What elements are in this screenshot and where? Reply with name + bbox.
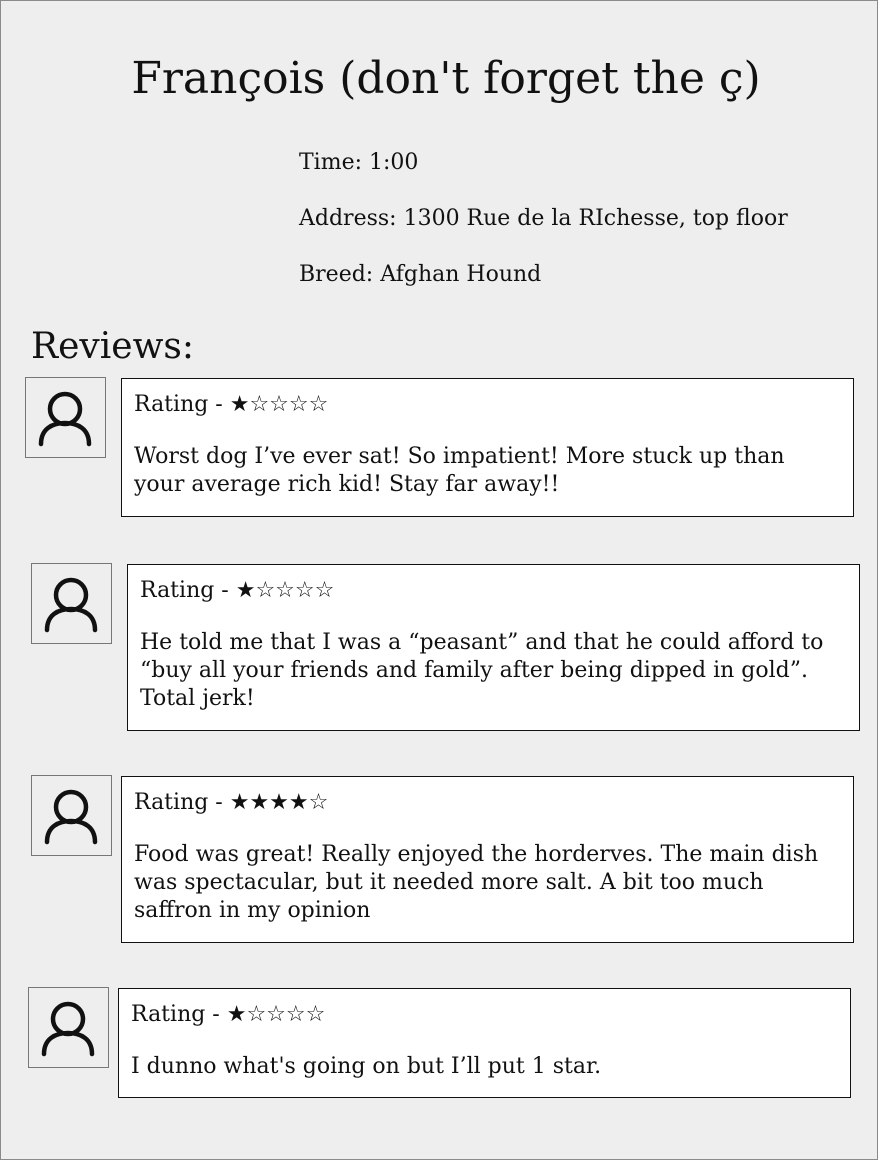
- reviewer-avatar[interactable]: [31, 775, 112, 856]
- user-icon: [44, 789, 98, 845]
- user-icon: [41, 1001, 95, 1057]
- rating-label: Rating -: [140, 578, 236, 603]
- breed-info: Breed: Afghan Hound: [299, 262, 542, 287]
- review-card: Rating - ★★★★☆ Food was great! Really en…: [121, 776, 854, 943]
- star-rating: ★☆☆☆☆: [235, 578, 335, 603]
- reviewer-avatar[interactable]: [31, 563, 112, 644]
- page-title: François (don't forget the ç): [131, 53, 761, 104]
- user-icon: [38, 391, 92, 447]
- review-text: Food was great! Really enjoyed the horde…: [134, 842, 819, 923]
- review-card: Rating - ★☆☆☆☆ He told me that I was a “…: [127, 564, 860, 731]
- rating-label: Rating -: [131, 1002, 227, 1027]
- rating-label: Rating -: [134, 392, 230, 417]
- reviews-heading: Reviews:: [31, 326, 194, 367]
- reviewer-avatar[interactable]: [28, 987, 109, 1068]
- star-rating: ★☆☆☆☆: [226, 1002, 326, 1027]
- rating-line: Rating - ★☆☆☆☆: [131, 999, 838, 1031]
- review-text: He told me that I was a “peasant” and th…: [140, 630, 824, 711]
- rating-label: Rating -: [134, 790, 230, 815]
- address-info: Address: 1300 Rue de la RIchesse, top fl…: [299, 206, 788, 231]
- review-text: Worst dog I’ve ever sat! So impatient! M…: [134, 444, 785, 497]
- review-card: Rating - ★☆☆☆☆ I dunno what's going on b…: [118, 988, 851, 1098]
- review-text: I dunno what's going on but I’ll put 1 s…: [131, 1054, 602, 1079]
- rating-line: Rating - ★★★★☆: [134, 787, 841, 819]
- rating-line: Rating - ★☆☆☆☆: [134, 389, 841, 421]
- user-icon: [44, 577, 98, 633]
- page: François (don't forget the ç) Time: 1:00…: [0, 0, 878, 1160]
- review-card: Rating - ★☆☆☆☆ Worst dog I’ve ever sat! …: [121, 378, 854, 517]
- star-rating: ★★★★☆: [229, 790, 329, 815]
- star-rating: ★☆☆☆☆: [229, 392, 329, 417]
- reviewer-avatar[interactable]: [25, 377, 106, 458]
- rating-line: Rating - ★☆☆☆☆: [140, 575, 847, 607]
- time-info: Time: 1:00: [299, 150, 419, 175]
